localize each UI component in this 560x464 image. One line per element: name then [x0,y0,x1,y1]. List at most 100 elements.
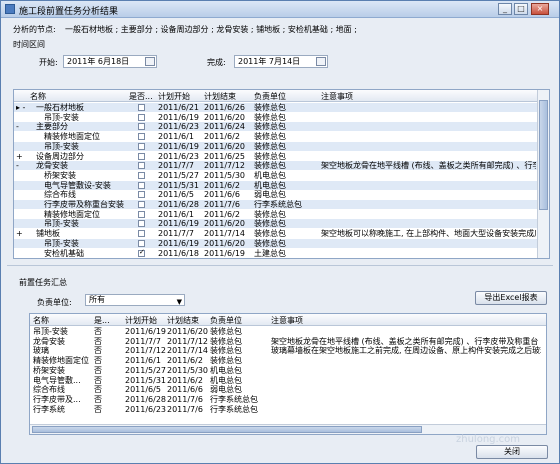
unit-filter-label: 负责单位: [37,298,72,307]
table-row[interactable]: 精装修地面定位 2011/6/1 2011/6/2 装修总包 [14,132,549,141]
col-end[interactable]: 计划结束 [204,91,236,102]
row-checkbox[interactable] [138,239,145,247]
close-window-button[interactable]: × [531,3,549,15]
table-row[interactable]: 综合布线 2011/6/5 2011/6/6 弱电总包 [14,190,549,199]
table-row[interactable]: - 龙骨安装 2011/7/7 2011/7/12 装修总包 架空地板龙骨在地平线槽 (布… [14,161,549,171]
expand-toggle[interactable]: + [16,229,23,238]
row-end: 2011/6/24 [204,122,246,132]
col-name[interactable]: 名称 [30,91,46,102]
col-name[interactable]: 名称 [33,315,49,326]
col-start[interactable]: 计划开始 [158,91,190,102]
table-row[interactable]: 电气导管敷设-安装 2011/5/31 2011/6/2 机电总包 [14,180,549,190]
row-checkbox[interactable] [138,210,145,218]
row-unit: 装修总包 [254,219,286,229]
table-row[interactable]: 吊顶-安装 2011/6/19 2011/6/20 装修总包 [14,219,549,229]
row-checkbox[interactable] [138,123,145,131]
summary-row[interactable]: 行李系统 否 2011/6/23 2011/7/6 行李系统总包 [30,405,546,414]
summary-horizontal-scrollbar[interactable] [30,424,546,434]
maximize-button[interactable]: □ [514,3,528,15]
row-end: 2011/6/20 [167,327,209,336]
task-grid[interactable]: 名称 是否... 计划开始 计划结束 负责单位 注意事项 ▸ - 一般石材地板 20… [13,89,550,259]
row-end: 2011/7/14 [167,346,209,356]
row-name: 精装修地面定位 [44,132,100,142]
close-button[interactable]: 关闭 [476,445,548,459]
table-row[interactable]: 安检机基础 2011/6/18 2011/6/19 土建总包 [14,248,549,258]
row-unit: 装修总包 [254,141,286,151]
start-date-picker[interactable]: 2011年 6月18日 [63,55,157,68]
end-date-picker[interactable]: 2011年 7月14日 [234,55,328,68]
row-checkbox[interactable] [138,113,145,121]
col-flag[interactable]: 是否... [129,91,153,102]
row-start: 2011/6/5 [125,385,161,395]
summary-grid[interactable]: 名称 是... 计划开始 计划结束 负责单位 注意事项 吊顶-安装否 2011/6… [29,313,547,435]
col-start[interactable]: 计划开始 [125,315,157,326]
row-checkbox[interactable] [138,162,145,170]
unit-filter-value: 所有 [89,295,105,304]
expand-toggle[interactable]: - [16,122,19,131]
row-unit: 机电总包 [254,180,286,190]
col-unit[interactable]: 负责单位 [210,315,242,326]
row-checkbox[interactable] [138,152,145,160]
row-checkbox[interactable] [138,133,145,141]
col-unit[interactable]: 负责单位 [254,91,286,102]
summary-row[interactable]: 精装修地面定位否 2011/6/1 2011/6/2 装修总包 [30,356,546,365]
table-row[interactable]: 桥架安装 2011/5/27 2011/5/30 机电总包 [14,171,549,180]
row-unit: 装修总包 [254,238,286,248]
row-checkbox[interactable] [138,248,145,257]
window-title: 施工段前置任务分析结果 [19,7,119,17]
table-row[interactable]: 吊顶-安装 2011/6/19 2011/6/20 装修总包 [14,238,549,248]
row-end: 2011/7/6 [167,394,203,404]
row-checkbox[interactable] [138,201,145,208]
minimize-button[interactable]: _ [498,3,512,15]
expand-toggle[interactable]: + [16,152,23,161]
row-start: 2011/6/19 [158,238,200,248]
col-note[interactable]: 注意事项 [271,315,303,326]
expand-toggle[interactable]: - [16,161,19,170]
row-name: 精装修地面定位 [33,356,89,366]
row-name: 综合布线 [33,385,65,395]
summary-row[interactable]: 吊顶-安装 否 2011/6/19 2011/6/20 装修总包 [30,327,546,336]
expand-toggle[interactable]: ▸ - [16,103,25,112]
table-row[interactable]: + 设备周边部分 2011/6/23 2011/6/25 装修总包 [14,152,549,161]
watermark: zhulong.com [456,434,521,445]
row-checkbox[interactable] [138,104,145,111]
summary-row[interactable]: 玻璃 否 2011/7/12 2011/7/14 装修总包 玻璃幕墙板在架空地板施工之前完… [30,346,546,355]
row-end: 2011/6/20 [204,219,246,229]
row-checkbox[interactable] [138,220,145,228]
scroll-thumb[interactable] [32,426,422,433]
nodes-label: 分析的节点: [13,25,56,34]
table-row[interactable]: ▸ - 一般石材地板 2011/6/21 2011/6/26 装修总包 [14,103,549,112]
table-row[interactable]: - 主要部分 2011/6/23 2011/6/24 装修总包 [14,122,549,132]
table-row[interactable]: + 铺地板 2011/7/7 2011/7/14 装修总包 架空地板可以称晚施工, 在上部… [14,229,549,238]
row-checkbox[interactable] [138,171,145,179]
row-checkbox[interactable] [138,181,145,189]
row-start: 2011/6/23 [158,122,200,132]
col-end[interactable]: 计划结束 [167,315,199,326]
summary-row[interactable]: 综合布线 否 2011/6/5 2011/6/6 弱电总包 [30,385,546,394]
grid-vertical-scrollbar[interactable] [537,90,549,258]
row-note: 架空地板可以称晚施工, 在上部构件、地面大型设备安装完成后安 [321,229,536,239]
table-row[interactable]: 吊顶-安装 2011/6/19 2011/6/20 装修总包 [14,113,549,122]
row-start: 2011/6/19 [158,141,200,151]
export-excel-button[interactable]: 导出Excel报表 [475,291,547,305]
calendar-icon[interactable] [316,57,326,66]
row-start: 2011/5/31 [125,375,167,385]
col-flag[interactable]: 是... [94,315,110,326]
row-name: 龙骨安装 [33,336,65,346]
summary-row[interactable]: 电气导管敷... 否 2011/5/31 2011/6/2 机电总包 [30,376,546,385]
table-row[interactable]: 吊顶-安装 2011/6/19 2011/6/20 装修总包 [14,141,549,151]
row-checkbox[interactable] [138,230,145,238]
summary-row[interactable]: 桥架安装 否 2011/5/27 2011/5/30 机电总包 [30,366,546,375]
unit-filter-select[interactable]: 所有 ▼ [85,294,185,306]
summary-row[interactable]: 龙骨安装 否 2011/7/7 2011/7/12 装修总包 架空地板龙骨在地平线槽 (布… [30,337,546,346]
row-name: 桥架安装 [44,170,76,180]
scroll-thumb[interactable] [539,100,548,210]
summary-row[interactable]: 行李皮带及... 否 2011/6/28 2011/7/6 行李系统总包 [30,395,546,404]
title-bar[interactable]: 施工段前置任务分析结果 _ □ × [1,1,559,18]
row-checkbox[interactable] [138,142,145,150]
calendar-icon[interactable] [145,57,155,66]
table-row[interactable]: 行李皮带及称重台安装 2011/6/28 2011/7/6 行李系统总包 [14,200,549,209]
col-note[interactable]: 注意事项 [321,91,353,102]
row-checkbox[interactable] [138,191,145,199]
table-row[interactable]: 精装修地面定位 2011/6/1 2011/6/2 装修总包 [14,210,549,219]
